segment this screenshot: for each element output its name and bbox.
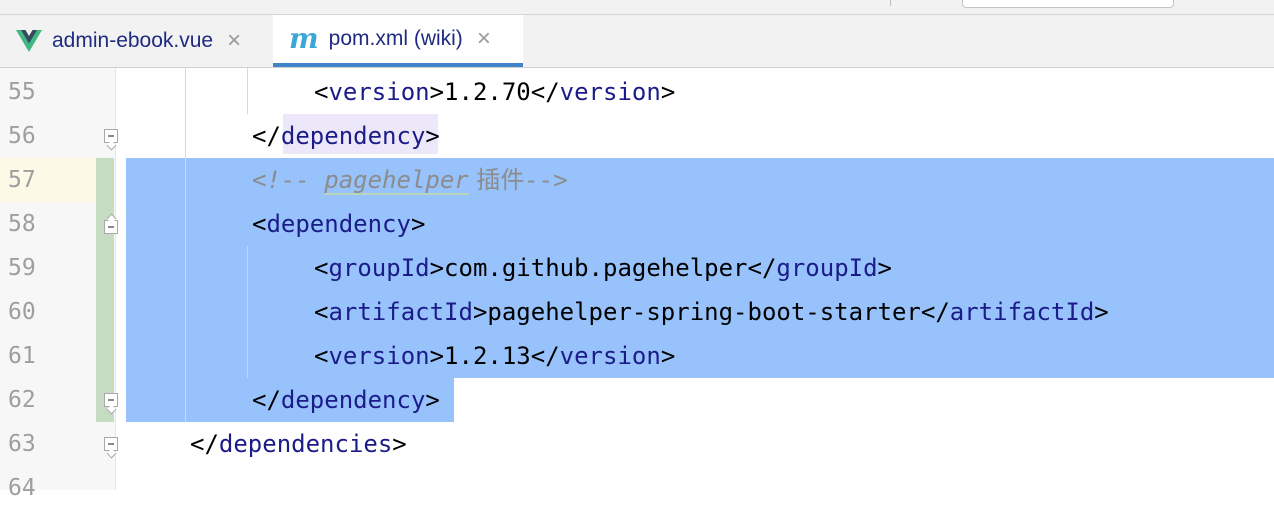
code-line: <artifactId>pagehelper-spring-boot-start… <box>314 298 1109 326</box>
fold-end-icon[interactable] <box>104 437 118 451</box>
indent-guide <box>185 68 186 422</box>
fold-end-icon[interactable] <box>104 129 118 143</box>
code-editor[interactable]: 55 56 57 58 59 60 61 62 63 64 <version>1… <box>0 68 1274 501</box>
code-line: </dependency> <box>252 386 440 414</box>
code-line: <version>1.2.70</version> <box>314 78 676 106</box>
code-line: </dependency> <box>252 122 440 150</box>
tab-admin-ebook-vue[interactable]: admin-ebook.vue × <box>0 15 272 67</box>
line-number: 63 <box>8 431 36 457</box>
code-line: <version>1.2.13</version> <box>314 342 676 370</box>
line-number: 57 <box>8 167 36 193</box>
close-icon[interactable]: × <box>227 29 241 53</box>
code-line: <groupId>com.github.pagehelper</groupId> <box>314 254 892 282</box>
line-number: 58 <box>8 211 36 237</box>
line-number: 59 <box>8 255 36 281</box>
vcs-change-marker[interactable] <box>96 158 114 422</box>
indent-guide <box>247 68 248 114</box>
line-number: 64 <box>8 475 36 501</box>
tab-label: pom.xml (wiki) <box>328 27 463 50</box>
line-number: 62 <box>8 387 36 413</box>
toolbar-separator <box>890 0 891 6</box>
fold-end-icon[interactable] <box>104 393 118 407</box>
code-line: </dependencies> <box>190 430 407 458</box>
editor-tab-bar: admin-ebook.vue × m pom.xml (wiki) × <box>0 15 1274 68</box>
indent-guide <box>247 246 248 378</box>
maven-icon: m <box>289 22 319 55</box>
fold-start-icon[interactable] <box>104 220 118 234</box>
tab-label: admin-ebook.vue <box>52 29 214 52</box>
close-icon[interactable]: × <box>477 27 491 51</box>
toolbar-field[interactable] <box>962 0 1174 8</box>
line-number: 56 <box>8 123 36 149</box>
comment-line: <!-- pagehelper 插件--> <box>252 166 568 194</box>
top-toolbar-strip <box>0 0 1274 15</box>
code-line: <dependency> <box>252 210 426 238</box>
line-number: 60 <box>8 299 36 325</box>
line-number: 55 <box>8 79 36 105</box>
tab-pom-xml[interactable]: m pom.xml (wiki) × <box>273 15 523 67</box>
line-number: 61 <box>8 343 36 369</box>
vue-icon <box>16 30 42 52</box>
